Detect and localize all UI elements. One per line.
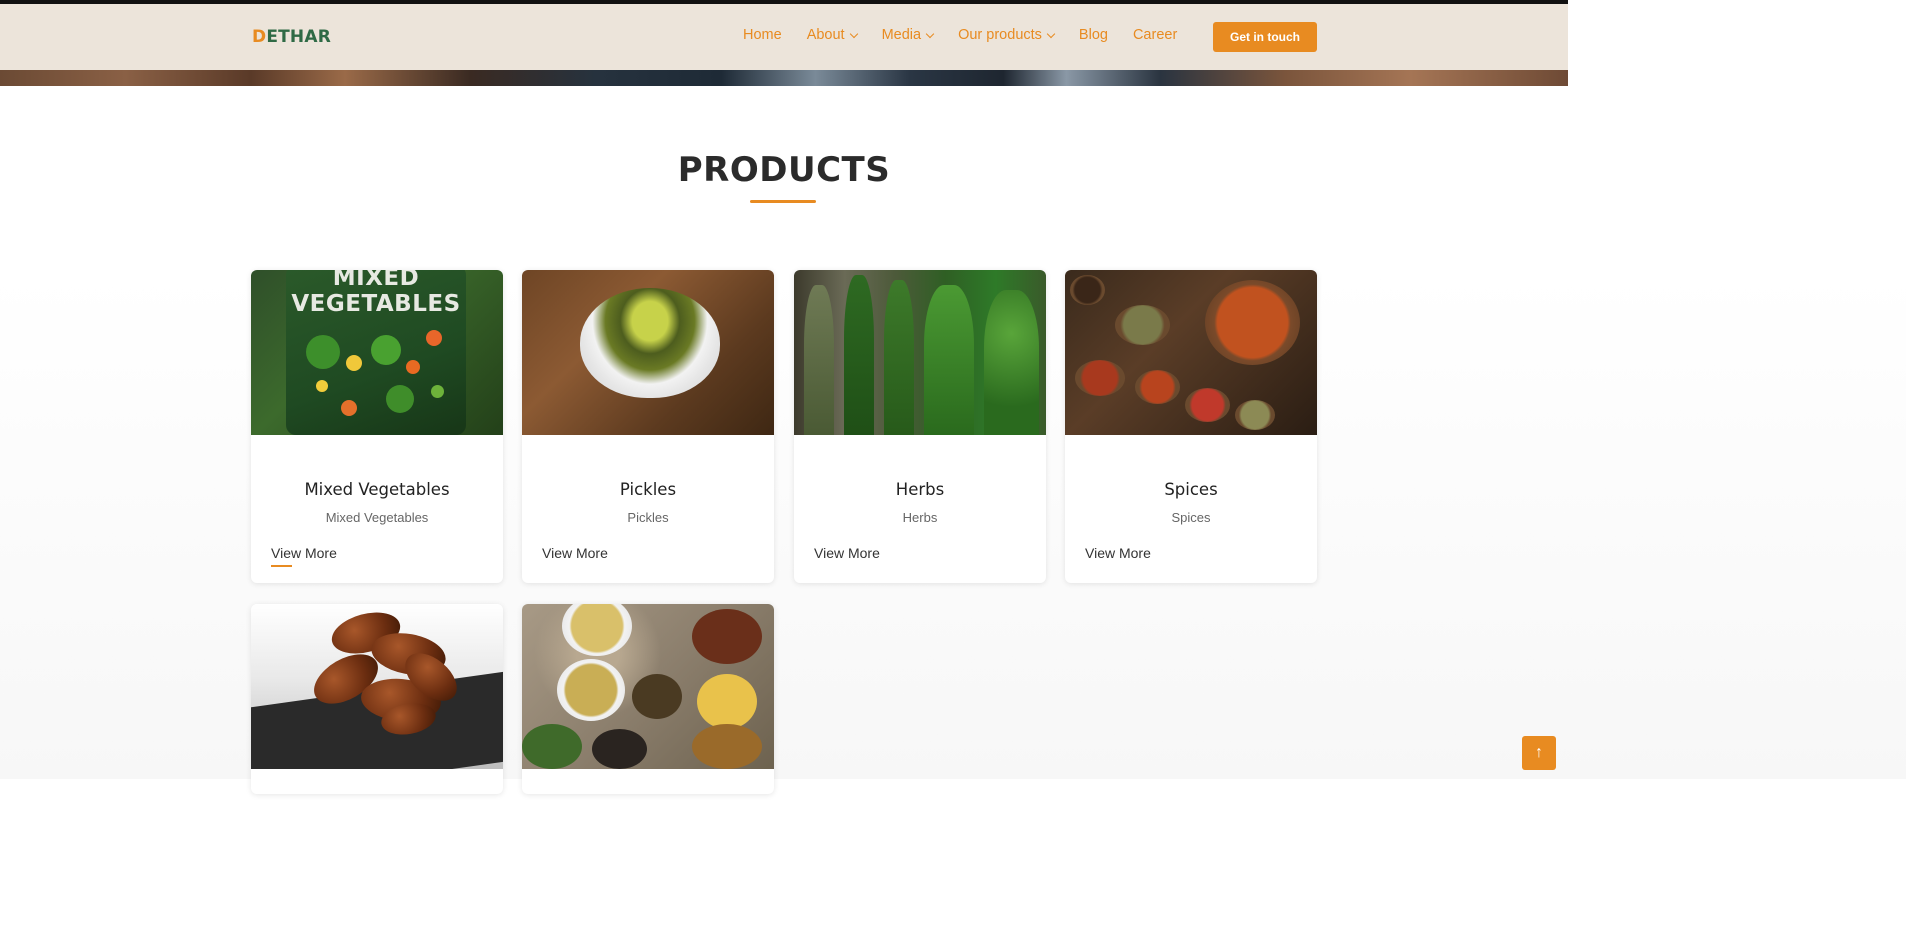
chevron-down-icon: [1046, 29, 1056, 38]
product-card-dates: [251, 604, 503, 794]
product-subtitle: Mixed Vegetables: [325, 510, 429, 525]
product-name: Mixed Vegetables: [304, 480, 450, 499]
product-card-grains: [522, 604, 774, 794]
product-subtitle: Pickles: [627, 510, 669, 525]
nav-home[interactable]: Home: [743, 27, 782, 43]
package-graphic: MIXED VEGETABLES: [286, 270, 466, 435]
product-image-mixed-vegetables[interactable]: MIXED VEGETABLES: [251, 270, 503, 435]
link-underline: [271, 565, 292, 567]
product-name: Spices: [1164, 480, 1218, 499]
view-more-link[interactable]: View More: [542, 545, 608, 561]
hero-image-strip: [0, 70, 1568, 86]
site-header: DETHAR Home About Media Our products Blo…: [0, 4, 1568, 70]
product-image-herbs[interactable]: [794, 270, 1046, 435]
view-more-link[interactable]: View More: [271, 545, 337, 561]
scroll-to-top-button[interactable]: ↑: [1522, 736, 1556, 770]
product-name: Pickles: [619, 480, 677, 499]
product-image-grains[interactable]: [522, 604, 774, 769]
main-nav: Home About Media Our products Blog Caree…: [743, 27, 1202, 43]
chevron-down-icon: [925, 29, 935, 38]
product-image-spices[interactable]: [1065, 270, 1317, 435]
nav-career[interactable]: Career: [1133, 27, 1177, 43]
product-card-pickles: Pickles Pickles View More: [522, 270, 774, 583]
logo[interactable]: DETHAR: [252, 27, 331, 47]
nav-blog[interactable]: Blog: [1079, 27, 1108, 43]
section-title: PRODUCTS: [677, 150, 891, 190]
arrow-up-icon: ↑: [1535, 744, 1543, 761]
view-more-link[interactable]: View More: [814, 545, 880, 561]
product-image-dates[interactable]: [251, 604, 503, 769]
product-subtitle: Herbs: [902, 510, 938, 525]
product-image-pickles[interactable]: [522, 270, 774, 435]
view-more-link[interactable]: View More: [1085, 545, 1151, 561]
package-label: MIXED VEGETABLES: [291, 270, 461, 317]
title-underline: [750, 200, 816, 203]
nav-our-products[interactable]: Our products: [958, 27, 1056, 43]
product-card-spices: Spices Spices View More: [1065, 270, 1317, 583]
product-name: Herbs: [895, 480, 945, 499]
get-in-touch-button[interactable]: Get in touch: [1213, 22, 1317, 52]
nav-media[interactable]: Media: [882, 27, 935, 43]
product-subtitle: Spices: [1171, 510, 1211, 525]
chevron-down-icon: [849, 29, 858, 38]
pickle-bowl-graphic: [580, 288, 720, 398]
product-card-herbs: Herbs Herbs View More: [794, 270, 1046, 583]
product-card-mixed-vegetables: MIXED VEGETABLES Mixed Vegetables Mixed …: [251, 270, 503, 583]
nav-about[interactable]: About: [807, 27, 858, 43]
